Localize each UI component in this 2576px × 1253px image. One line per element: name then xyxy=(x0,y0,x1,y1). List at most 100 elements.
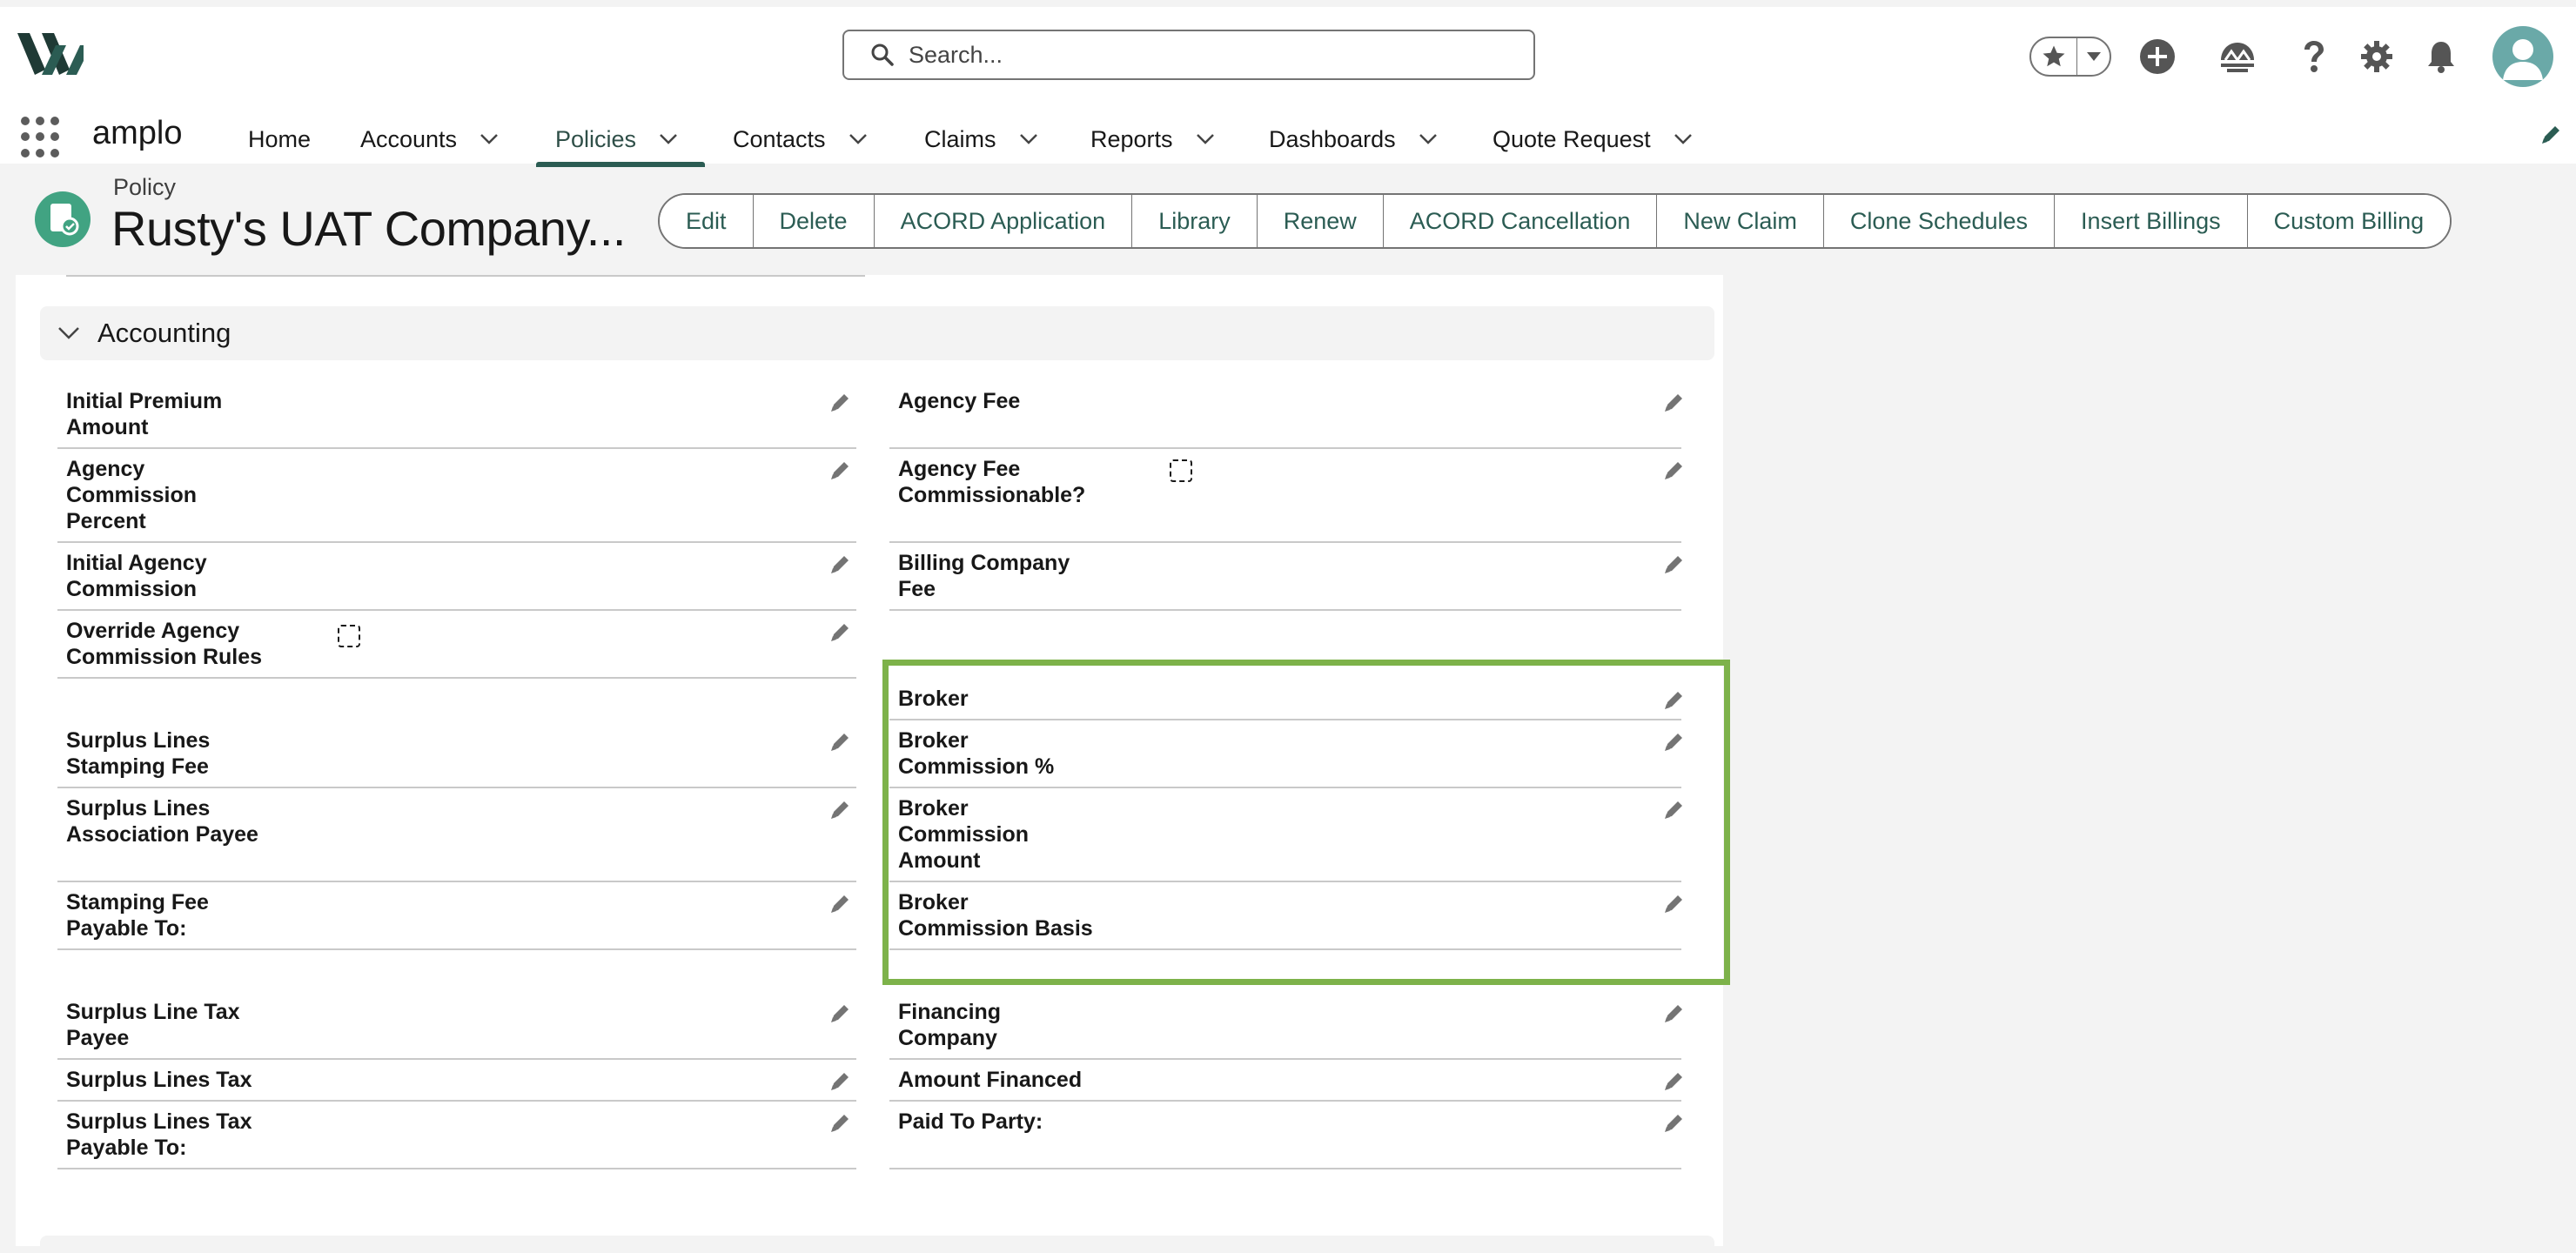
field-label: Surplus Lines Tax Payable To: xyxy=(66,1109,252,1160)
chevron-down-icon[interactable] xyxy=(659,133,678,145)
help-icon[interactable] xyxy=(2294,37,2334,77)
app-launcher-icon[interactable] xyxy=(21,117,63,158)
field-divider xyxy=(889,541,1681,543)
chevron-down-icon[interactable] xyxy=(1019,133,1038,145)
acord-application-button[interactable]: ACORD Application xyxy=(874,195,1133,247)
library-button[interactable]: Library xyxy=(1132,195,1258,247)
nav-dashboards-label[interactable]: Dashboards xyxy=(1269,126,1396,153)
user-avatar[interactable] xyxy=(2492,26,2553,87)
nav-item-claims[interactable]: Claims xyxy=(924,122,1038,157)
field-label: Billing Company Fee xyxy=(898,551,1070,601)
field-divider xyxy=(889,1058,1681,1060)
chevron-down-icon[interactable] xyxy=(2077,50,2110,63)
record-type-label: Policy xyxy=(113,174,177,200)
field-divider xyxy=(57,677,856,679)
field-label: Agency Fee xyxy=(898,389,1021,413)
edit-button[interactable]: Edit xyxy=(660,195,754,247)
nav-item-home[interactable]: Home xyxy=(248,122,311,157)
nav-item-dashboards[interactable]: Dashboards xyxy=(1269,122,1438,157)
chevron-down-icon[interactable] xyxy=(849,133,868,145)
favorites-control[interactable] xyxy=(2029,37,2111,77)
pencil-edit-icon[interactable] xyxy=(828,1070,851,1093)
pencil-edit-icon[interactable] xyxy=(1662,1070,1685,1093)
setup-gear-icon[interactable] xyxy=(2357,37,2397,77)
record-title: Rusty's UAT Company... xyxy=(111,201,626,256)
nav-item-reports[interactable]: Reports xyxy=(1090,122,1215,157)
field-label: Surplus Line Tax Payee xyxy=(66,1000,240,1050)
trailhead-icon[interactable] xyxy=(2217,37,2257,77)
nav-claims-label[interactable]: Claims xyxy=(924,126,996,153)
record-actions: Edit Delete ACORD Application Library Re… xyxy=(658,193,2452,249)
pencil-edit-icon[interactable] xyxy=(1662,1002,1685,1025)
field-label: Paid To Party: xyxy=(898,1109,1043,1134)
chevron-down-icon[interactable] xyxy=(1196,133,1215,145)
logo-mark[interactable] xyxy=(16,26,85,80)
insert-billings-button[interactable]: Insert Billings xyxy=(2055,195,2248,247)
pencil-edit-icon[interactable] xyxy=(828,1002,851,1025)
notifications-bell-icon[interactable] xyxy=(2421,37,2461,77)
accounting-section-header[interactable]: Accounting xyxy=(40,306,1714,360)
nav-contacts-label[interactable]: Contacts xyxy=(733,126,826,153)
next-section-header[interactable] xyxy=(40,1236,1714,1253)
nav-home-label[interactable]: Home xyxy=(248,126,311,153)
search-input[interactable] xyxy=(907,40,1502,70)
field-divider xyxy=(57,948,856,950)
pencil-edit-icon[interactable] xyxy=(828,731,851,754)
pencil-edit-icon[interactable] xyxy=(1662,553,1685,576)
nav-item-policies[interactable]: Policies xyxy=(555,122,678,157)
custom-billing-button[interactable]: Custom Billing xyxy=(2247,195,2451,247)
pencil-edit-icon[interactable] xyxy=(1662,1112,1685,1135)
favorites-star-icon[interactable] xyxy=(2031,38,2077,75)
nav-policies-label[interactable]: Policies xyxy=(555,126,636,153)
divider xyxy=(66,275,865,277)
field-divider xyxy=(57,1168,856,1169)
pencil-edit-icon[interactable] xyxy=(828,893,851,915)
pencil-edit-icon[interactable] xyxy=(828,799,851,821)
field-label: Financing Company xyxy=(898,1000,1002,1050)
record-detail-card: Accounting Initial Premium Amount Agency… xyxy=(16,275,1730,1253)
pencil-edit-icon[interactable] xyxy=(828,1112,851,1135)
acord-cancellation-button[interactable]: ACORD Cancellation xyxy=(1383,195,1658,247)
nav-item-accounts[interactable]: Accounts xyxy=(360,122,499,157)
clone-schedules-button[interactable]: Clone Schedules xyxy=(1823,195,2056,247)
agency-fee-commissionable-checkbox[interactable] xyxy=(1170,459,1192,482)
field-divider xyxy=(57,1058,856,1060)
nav-accounts-label[interactable]: Accounts xyxy=(360,126,457,153)
nav-item-contacts[interactable]: Contacts xyxy=(733,122,868,157)
pencil-edit-icon[interactable] xyxy=(828,392,851,414)
field-divider xyxy=(889,609,1681,611)
field-label: Initial Premium Amount xyxy=(66,389,223,439)
override-checkbox[interactable] xyxy=(338,625,360,647)
chevron-down-icon[interactable] xyxy=(1674,133,1693,145)
field-label: Agency Commission Percent xyxy=(66,457,198,533)
nav-item-quote-request[interactable]: Quote Request xyxy=(1493,122,1693,157)
field-divider xyxy=(889,1100,1681,1102)
pencil-edit-icon[interactable] xyxy=(1662,459,1685,482)
chevron-down-icon[interactable] xyxy=(57,326,80,340)
nav-quote-request-label[interactable]: Quote Request xyxy=(1493,126,1651,153)
field-label: Surplus Lines Stamping Fee xyxy=(66,728,211,779)
chevron-down-icon[interactable] xyxy=(1419,133,1438,145)
global-search[interactable] xyxy=(842,30,1535,80)
field-label: Override Agency Commission Rules xyxy=(66,619,263,669)
policy-record-icon xyxy=(35,191,91,247)
field-divider xyxy=(57,881,856,882)
add-icon[interactable] xyxy=(2137,37,2177,77)
renew-button[interactable]: Renew xyxy=(1257,195,1384,247)
chevron-down-icon[interactable] xyxy=(480,133,499,145)
search-icon xyxy=(871,44,894,66)
nav-reports-label[interactable]: Reports xyxy=(1090,126,1173,153)
delete-button[interactable]: Delete xyxy=(753,195,875,247)
pencil-edit-icon[interactable] xyxy=(828,621,851,644)
field-divider xyxy=(889,447,1681,449)
highlight-box-broker-fields xyxy=(882,660,1730,985)
field-label: Surplus Lines Tax xyxy=(66,1068,252,1092)
field-divider xyxy=(57,609,856,611)
pencil-edit-icon[interactable] xyxy=(828,459,851,482)
pencil-edit-icon[interactable] xyxy=(828,553,851,576)
field-label: Surplus Lines Association Payee xyxy=(66,796,258,847)
app-navigation: amplo Home Accounts Policies Contacts Cl… xyxy=(0,103,2576,171)
edit-nav-pencil-icon[interactable] xyxy=(2539,124,2562,151)
pencil-edit-icon[interactable] xyxy=(1662,392,1685,414)
new-claim-button[interactable]: New Claim xyxy=(1657,195,1824,247)
